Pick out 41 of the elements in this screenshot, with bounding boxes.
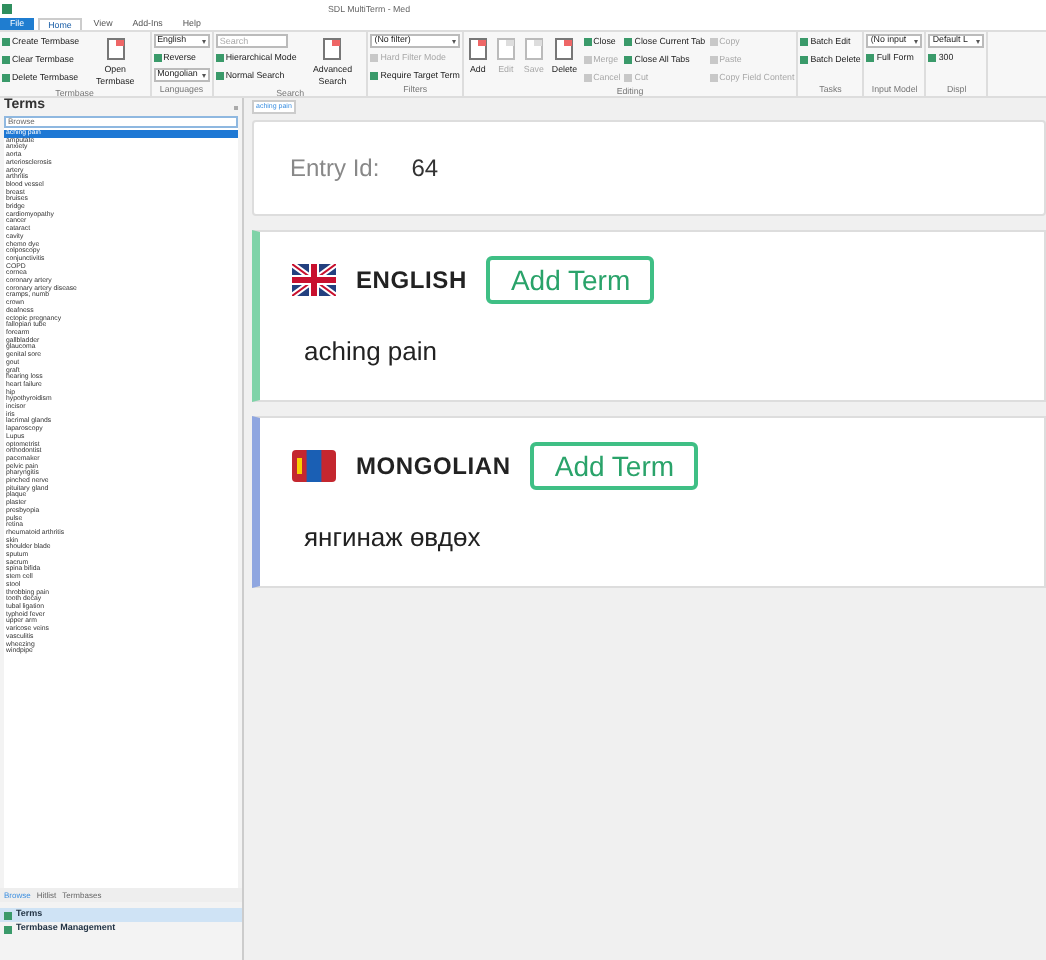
ribbon-icon xyxy=(153,54,162,62)
app-icon xyxy=(2,3,12,13)
ribbon-icon xyxy=(624,38,633,46)
ribbon-icon xyxy=(583,74,592,82)
ribbon-icon xyxy=(370,72,379,80)
flag-icon xyxy=(292,264,336,296)
ribbon-icon xyxy=(370,54,379,62)
ribbon-icon xyxy=(583,56,592,64)
caret-icon xyxy=(976,39,981,43)
ribbon-icon xyxy=(800,56,809,64)
ribbon-icon xyxy=(624,74,633,82)
entry-id: 64 xyxy=(411,152,439,186)
document-icon xyxy=(523,38,544,60)
ribbon-icon xyxy=(624,56,633,64)
ribbon-icon xyxy=(2,56,10,64)
caret-icon xyxy=(201,39,206,43)
ribbon-icon xyxy=(709,56,718,64)
ribbon-icon xyxy=(215,72,224,80)
ribbon-icon xyxy=(215,54,224,62)
document-icon xyxy=(554,38,575,60)
document-icon xyxy=(495,38,516,60)
ribbon-icon xyxy=(709,38,718,46)
document-icon xyxy=(467,38,488,60)
term-text: aching pain xyxy=(302,334,439,370)
caret-icon xyxy=(914,39,919,43)
ribbon-icon xyxy=(928,54,937,62)
ribbon-icon xyxy=(583,38,592,46)
entry-label: Entry Id: xyxy=(290,152,380,186)
ribbon-icon xyxy=(866,54,875,62)
flag-icon xyxy=(292,450,336,482)
ribbon-icon xyxy=(2,38,10,46)
document-icon xyxy=(105,38,126,60)
caret-icon xyxy=(451,39,456,43)
language-name: ENGLISH xyxy=(356,264,467,298)
caret-icon xyxy=(201,73,206,77)
ribbon-icon xyxy=(800,38,809,46)
term-text: янгинаж өвдөх xyxy=(302,520,483,556)
ribbon-icon xyxy=(2,74,10,82)
ribbon-icon xyxy=(709,74,718,82)
document-icon xyxy=(322,38,343,60)
language-name: MONGOLIAN xyxy=(356,450,511,484)
